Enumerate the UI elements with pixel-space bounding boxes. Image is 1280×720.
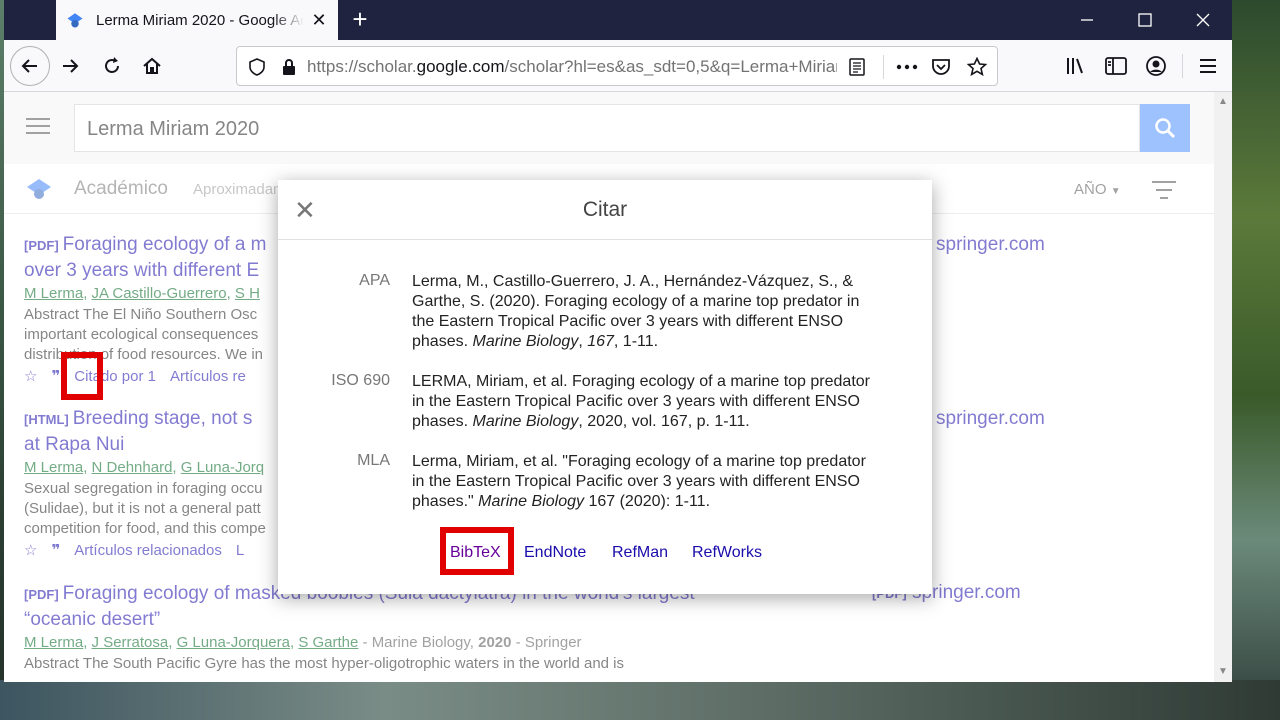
library-icon[interactable] — [1058, 48, 1094, 84]
page-scrollbar[interactable]: ▲ ▼ — [1214, 92, 1232, 682]
citation-style-label: APA — [359, 272, 390, 289]
tracking-shield-icon[interactable] — [245, 55, 269, 79]
export-refworks-link[interactable]: RefWorks — [692, 544, 762, 562]
toolbar-separator — [1182, 54, 1183, 78]
scholar-favicon-icon — [67, 13, 83, 28]
dialog-header: ✕ Citar — [278, 180, 932, 240]
dialog-title: Citar — [582, 198, 628, 221]
cite-highlight-box — [61, 352, 103, 400]
browser-tab[interactable]: Lerma Miriam 2020 - Google Académico ✕ — [56, 0, 338, 40]
desktop-wallpaper-bottom — [0, 680, 1280, 720]
cite-dialog: ✕ Citar APA Lerma, M., Castillo-Guerrero… — [278, 180, 932, 594]
citation-text[interactable]: LERMA, Miriam, et al. Foraging ecology o… — [412, 372, 902, 432]
new-tab-icon[interactable]: + — [344, 4, 376, 36]
maximize-icon[interactable] — [1116, 0, 1174, 40]
minimize-icon[interactable] — [1058, 0, 1116, 40]
address-bar[interactable]: https://scholar.google.com/scholar?hl=es… — [236, 46, 998, 86]
desktop-wallpaper-edge — [1232, 0, 1280, 720]
citation-text[interactable]: Lerma, M., Castillo-Guerrero, J. A., Her… — [412, 272, 902, 352]
browser-navbar: https://scholar.google.com/scholar?hl=es… — [4, 40, 1232, 92]
tab-title: Lerma Miriam 2020 - Google Académico — [96, 11, 304, 29]
home-icon[interactable] — [134, 48, 170, 84]
bibtex-highlight-box — [440, 527, 514, 575]
close-window-icon[interactable] — [1174, 0, 1232, 40]
scroll-up-icon[interactable]: ▲ — [1218, 96, 1228, 107]
tab-close-icon[interactable]: ✕ — [310, 10, 328, 31]
pocket-icon[interactable] — [929, 55, 953, 79]
export-refman-link[interactable]: RefMan — [612, 544, 668, 562]
app-menu-icon[interactable] — [1190, 48, 1226, 84]
browser-titlebar: Lerma Miriam 2020 - Google Académico ✕ + — [4, 0, 1232, 40]
bookmark-star-icon[interactable] — [965, 55, 989, 79]
url-text[interactable]: https://scholar.google.com/scholar?hl=es… — [307, 57, 837, 77]
forward-icon[interactable] — [52, 48, 88, 84]
back-icon[interactable] — [10, 46, 50, 86]
lock-icon[interactable] — [277, 55, 301, 79]
sidebar-toggle-icon[interactable] — [1098, 48, 1134, 84]
page-actions-icon[interactable] — [895, 55, 919, 79]
urlbar-separator — [883, 55, 884, 79]
citation-style-label: MLA — [357, 452, 390, 469]
export-endnote-link[interactable]: EndNote — [524, 544, 586, 562]
citation-text[interactable]: Lerma, Miriam, et al. "Foraging ecology … — [412, 452, 902, 512]
citation-style-label: ISO 690 — [331, 372, 390, 389]
account-icon[interactable] — [1138, 48, 1174, 84]
reload-icon[interactable] — [94, 48, 130, 84]
scroll-down-icon[interactable]: ▼ — [1218, 666, 1228, 677]
reader-view-icon[interactable] — [845, 55, 869, 79]
